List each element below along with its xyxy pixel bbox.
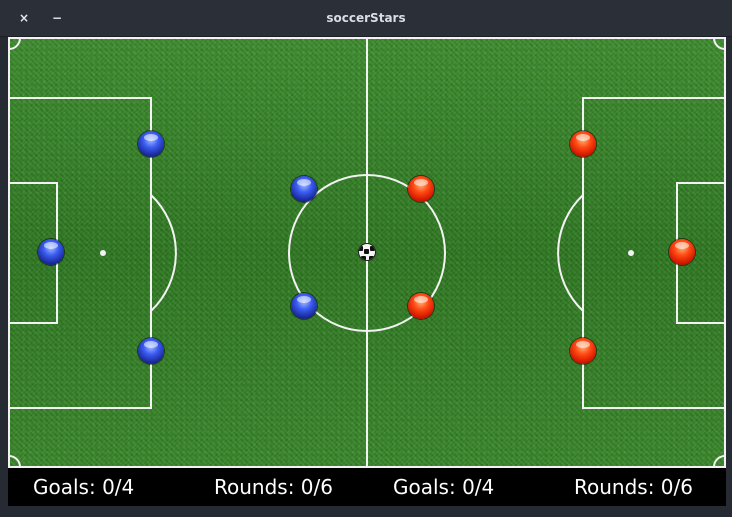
right-goals: Goals: 0/4 [393, 475, 495, 499]
red-player-forward-top[interactable] [408, 176, 434, 202]
blue-player-defender-bottom[interactable] [138, 338, 164, 364]
right-penalty-box [582, 97, 726, 409]
game-window: × − soccerStars Goals: 0/4 Rounds: 0/6 G… [0, 0, 732, 517]
soccer-field[interactable] [8, 37, 726, 468]
title-bar: × − soccerStars [0, 0, 732, 37]
left-penalty-box [8, 97, 152, 409]
corner-arc-bottom-left [8, 455, 21, 468]
left-penalty-spot [100, 250, 106, 256]
right-penalty-spot [628, 250, 634, 256]
window-bottom-edge [0, 506, 732, 517]
window-title: soccerStars [326, 11, 406, 25]
right-penalty-arc [557, 194, 584, 312]
corner-arc-top-right [713, 37, 726, 50]
soccer-ball-icon[interactable] [359, 244, 375, 260]
blue-player-forward-bottom[interactable] [291, 293, 317, 319]
right-rounds: Rounds: 0/6 [574, 475, 693, 499]
score-bar: Goals: 0/4 Rounds: 0/6 Goals: 0/4 Rounds… [8, 468, 726, 506]
red-player-goalkeeper[interactable] [669, 239, 695, 265]
red-player-forward-bottom[interactable] [408, 293, 434, 319]
blue-player-defender-top[interactable] [138, 131, 164, 157]
blue-player-forward-top[interactable] [291, 176, 317, 202]
blue-player-goalkeeper[interactable] [38, 239, 64, 265]
corner-arc-bottom-right [713, 455, 726, 468]
left-rounds: Rounds: 0/6 [214, 475, 333, 499]
red-player-defender-bottom[interactable] [570, 338, 596, 364]
left-goals: Goals: 0/4 [33, 475, 135, 499]
left-penalty-arc [150, 194, 177, 312]
corner-arc-top-left [8, 37, 21, 50]
red-player-defender-top[interactable] [570, 131, 596, 157]
